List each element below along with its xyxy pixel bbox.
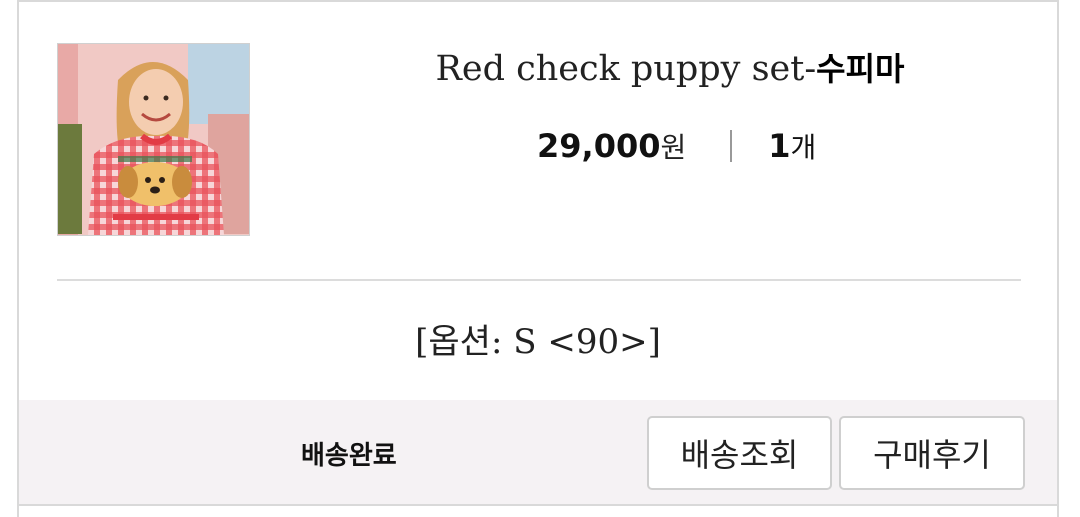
product-quantity: 1 (768, 127, 791, 165)
separator (730, 130, 733, 162)
write-review-button[interactable]: 구매후기 (839, 416, 1025, 490)
product-brand: 수피마 (816, 50, 905, 88)
product-option: [옵션: S <90>] (415, 322, 661, 362)
product-name: Red check puppy set- (435, 49, 817, 89)
track-delivery-button[interactable]: 배송조회 (647, 416, 832, 490)
price-unit: 원 (660, 131, 687, 164)
order-item-card: Red check puppy set-수피마 29,000 원 1 개 [옵션… (17, 0, 1059, 517)
product-photo (58, 44, 249, 235)
delivery-status: 배송완료 (301, 441, 397, 471)
divider (57, 279, 1021, 281)
bottom-border (19, 504, 1057, 506)
product-title[interactable]: Red check puppy set-수피마 (279, 44, 1061, 90)
product-thumbnail[interactable] (57, 43, 250, 236)
quantity-unit: 개 (790, 131, 817, 164)
product-price: 29,000 (537, 127, 661, 165)
price-quantity-row: 29,000 원 1 개 (537, 126, 816, 166)
